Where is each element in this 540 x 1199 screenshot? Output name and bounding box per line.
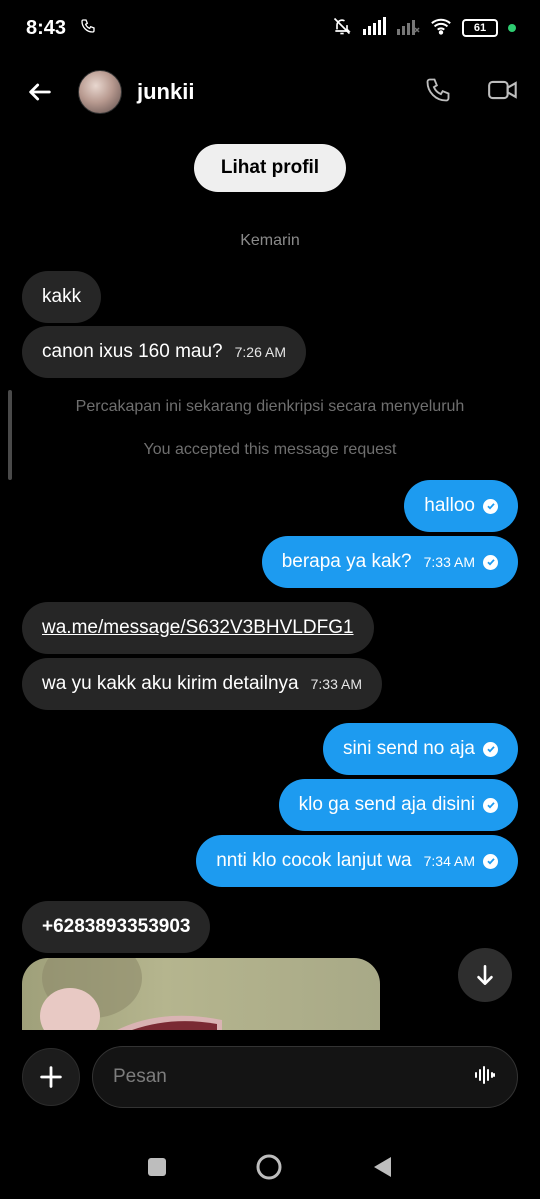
message-bubble-incoming[interactable]: canon ixus 160 mau? 7:26 AM <box>22 326 306 378</box>
voice-message-button[interactable] <box>473 1063 497 1092</box>
image-attachment[interactable] <box>22 958 380 1030</box>
system-navigation-bar <box>0 1140 540 1199</box>
message-text: +6283893353903 <box>42 916 191 937</box>
video-call-button[interactable] <box>488 77 518 108</box>
back-button[interactable] <box>22 74 58 110</box>
chat-header: junkii <box>0 60 540 124</box>
message-text: halloo <box>424 495 475 516</box>
signal-secondary-icon <box>396 17 420 40</box>
avatar[interactable] <box>78 70 122 114</box>
mute-bell-icon <box>332 16 352 41</box>
message-composer <box>0 1030 540 1130</box>
read-check-icon <box>483 797 498 813</box>
encryption-notice: Percakapan ini sekarang dienkripsi secar… <box>75 398 465 415</box>
voice-call-button[interactable] <box>424 76 452 109</box>
message-time: 7:26 AM <box>234 344 286 360</box>
message-text: nnti klo cocok lanjut wa <box>216 850 412 871</box>
chat-username[interactable]: junkii <box>137 79 194 105</box>
plus-icon <box>40 1066 62 1088</box>
recent-apps-button[interactable] <box>147 1157 167 1182</box>
scroll-to-bottom-button[interactable] <box>458 948 512 1002</box>
arrow-down-icon <box>477 965 493 985</box>
message-input-container[interactable] <box>92 1046 518 1108</box>
message-text: berapa ya kak? <box>281 551 412 572</box>
arrow-left-icon <box>29 83 51 101</box>
privacy-indicator-dot <box>508 24 516 32</box>
date-separator: Kemarin <box>240 232 300 249</box>
battery-level: 61 <box>473 22 487 34</box>
video-camera-icon <box>488 80 517 99</box>
read-check-icon <box>483 498 498 514</box>
message-bubble-outgoing[interactable]: klo ga send aja disini <box>278 779 518 831</box>
message-bubble-outgoing[interactable]: berapa ya kak? 7:33 AM <box>261 536 518 588</box>
read-check-icon <box>483 554 498 570</box>
home-button[interactable] <box>255 1153 283 1186</box>
triangle-back-icon <box>374 1157 391 1177</box>
status-bar: 8:43 61 <box>0 0 540 56</box>
message-bubble-incoming[interactable]: wa yu kakk aku kirim detailnya 7:33 AM <box>22 658 382 710</box>
message-text: sini send no aja <box>342 738 475 759</box>
message-bubble-outgoing[interactable]: nnti klo cocok lanjut wa 7:34 AM <box>196 835 518 887</box>
read-check-icon <box>483 741 498 757</box>
status-time: 8:43 <box>26 16 67 39</box>
message-text: klo ga send aja disini <box>298 794 475 815</box>
add-attachment-button[interactable] <box>22 1048 80 1106</box>
request-accepted-notice: You accepted this message request <box>143 441 397 458</box>
message-time: 7:34 AM <box>423 853 475 869</box>
wifi-icon <box>430 17 452 40</box>
view-profile-button[interactable]: Lihat profil <box>194 144 346 192</box>
message-bubble-incoming[interactable]: wa.me/message/S632V3BHVLDFG1 <box>22 602 374 654</box>
message-time: 7:33 AM <box>310 676 362 692</box>
message-bubble-outgoing[interactable]: halloo <box>404 480 518 532</box>
circle-icon <box>256 1154 282 1180</box>
message-input[interactable] <box>113 1066 473 1088</box>
waveform-icon <box>475 1065 495 1084</box>
message-link[interactable]: wa.me/message/S632V3BHVLDFG1 <box>42 617 354 639</box>
message-bubble-outgoing[interactable]: sini send no aja <box>322 723 518 775</box>
back-nav-button[interactable] <box>371 1155 393 1184</box>
message-text: wa yu kakk aku kirim detailnya <box>42 673 299 694</box>
battery-icon: 61 <box>462 19 498 37</box>
message-text: kakk <box>42 286 82 307</box>
message-bubble-incoming[interactable]: +6283893353903 <box>22 901 211 953</box>
phone-icon <box>426 78 450 101</box>
phone-call-icon <box>80 17 96 40</box>
photo-preview-image <box>40 958 222 1030</box>
square-icon <box>148 1158 166 1176</box>
read-check-icon <box>483 853 498 869</box>
message-bubble-incoming[interactable]: kakk <box>22 271 102 323</box>
message-text: canon ixus 160 mau? <box>42 341 223 362</box>
signal-strength-icon <box>362 16 386 40</box>
message-time: 7:33 AM <box>423 554 475 570</box>
